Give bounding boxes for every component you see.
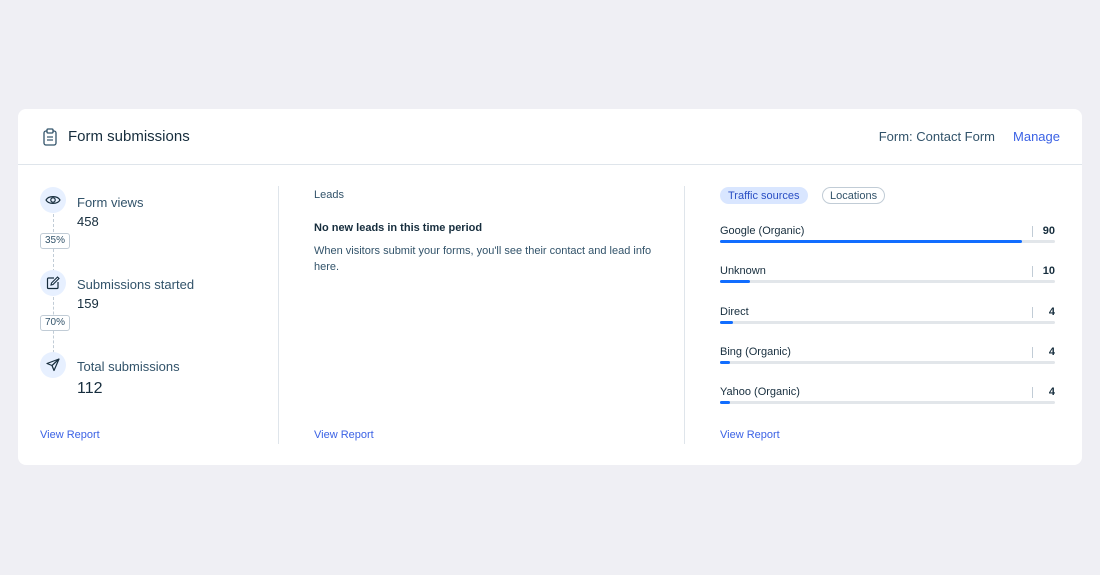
source-name: Bing (Organic): [720, 346, 791, 358]
traffic-source-row: Direct 4: [720, 306, 1055, 340]
traffic-source-row: Google (Organic) 90: [720, 225, 1055, 259]
card-header: Form submissions Form: Contact Form Mana…: [18, 109, 1082, 165]
submissions-started-value: 159: [77, 296, 99, 311]
eye-icon: [40, 187, 66, 213]
leads-empty-description: When visitors submit your forms, you'll …: [314, 245, 652, 273]
tab-traffic-sources[interactable]: Traffic sources: [720, 187, 808, 204]
source-divider: [1032, 226, 1033, 237]
source-bar-track: [720, 321, 1055, 324]
source-bar-fill: [720, 401, 731, 404]
source-name: Google (Organic): [720, 225, 805, 237]
source-divider: [1032, 266, 1033, 277]
source-bar-fill: [720, 280, 751, 283]
total-submissions-label: Total submissions: [77, 359, 180, 374]
leads-title: Leads: [314, 189, 344, 201]
source-count: 4: [1048, 386, 1055, 398]
source-count: 4: [1048, 346, 1055, 358]
card-title: Form submissions: [68, 128, 190, 145]
funnel-view-report-link[interactable]: View Report: [40, 429, 100, 441]
send-icon: [40, 352, 66, 378]
edit-icon: [40, 270, 66, 296]
source-bar-track: [720, 240, 1055, 243]
conversion-badge: 35%: [40, 233, 70, 249]
traffic-source-row: Yahoo (Organic) 4: [720, 386, 1055, 420]
source-divider: [1032, 347, 1033, 358]
source-name: Direct: [720, 306, 749, 318]
source-bar-fill: [720, 361, 731, 364]
source-name: Yahoo (Organic): [720, 386, 800, 398]
source-name: Unknown: [720, 265, 766, 277]
column-divider: [684, 186, 685, 444]
source-bar-track: [720, 401, 1055, 404]
traffic-source-row: Bing (Organic) 4: [720, 346, 1055, 380]
traffic-source-row: Unknown 10: [720, 265, 1055, 299]
source-divider: [1032, 307, 1033, 318]
form-name-label: Form: Contact Form: [878, 129, 995, 144]
form-views-value: 458: [77, 214, 99, 229]
form-submissions-card: Form submissions Form: Contact Form Mana…: [18, 109, 1082, 465]
conversion-badge: 70%: [40, 315, 70, 331]
leads-empty-title: No new leads in this time period: [314, 222, 483, 234]
clipboard-icon: [43, 128, 57, 146]
source-divider: [1032, 387, 1033, 398]
source-bar-track: [720, 280, 1055, 283]
source-bar-fill: [720, 321, 734, 324]
tab-locations[interactable]: Locations: [822, 187, 886, 204]
source-count: 4: [1048, 306, 1055, 318]
total-submissions-value: 112: [77, 380, 103, 397]
source-bar-track: [720, 361, 1055, 364]
source-count: 90: [1042, 225, 1055, 237]
leads-view-report-link[interactable]: View Report: [314, 429, 374, 441]
submissions-started-label: Submissions started: [77, 277, 195, 292]
traffic-view-report-link[interactable]: View Report: [720, 429, 780, 441]
source-count: 10: [1042, 265, 1055, 277]
source-bar-fill: [720, 240, 1022, 243]
form-views-label: Form views: [77, 195, 144, 210]
manage-link[interactable]: Manage: [1013, 129, 1060, 144]
column-divider: [278, 186, 279, 444]
